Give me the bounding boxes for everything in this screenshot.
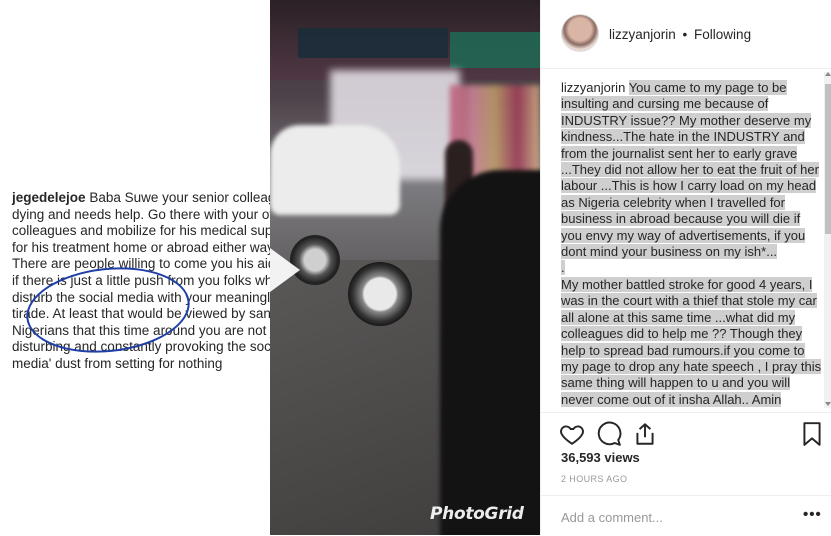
embedded-comment-username: jegedelejoe: [12, 190, 86, 205]
header-username[interactable]: lizzyanjorin: [609, 27, 676, 42]
video-scene-car: [270, 125, 400, 215]
caption-username[interactable]: lizzyanjorin: [561, 80, 625, 95]
avatar[interactable]: [561, 14, 599, 52]
post-sidebar: lizzyanjorin • Following lizzyanjorin Yo…: [540, 0, 831, 535]
caption-line: .: [561, 260, 565, 276]
post-caption: lizzyanjorin You came to my page to be i…: [561, 80, 823, 412]
caption-paragraph: You came to my page to be insulting and …: [561, 80, 819, 260]
embedded-comment-screenshot: jegedelejoe Baba Suwe your senior collea…: [0, 0, 270, 535]
video-scene-wheel: [348, 262, 412, 326]
play-icon[interactable]: [270, 248, 300, 292]
post-timestamp[interactable]: 2 HOURS AGO: [561, 474, 627, 484]
photogrid-watermark: PhotoGrid: [430, 504, 524, 524]
bookmark-icon[interactable]: [799, 421, 825, 447]
post-actions: [541, 412, 831, 453]
embedded-comment: jegedelejoe Baba Suwe your senior collea…: [12, 190, 270, 373]
caption-paragraph: My mother battled stroke for good 4 year…: [561, 276, 822, 407]
video-scene-sign: [450, 32, 540, 68]
caption-scrollbar[interactable]: [824, 72, 831, 408]
follow-status-button[interactable]: Following: [694, 27, 751, 42]
comment-icon[interactable]: [596, 421, 622, 447]
video-scene-figure: [440, 170, 540, 535]
heart-icon[interactable]: [559, 421, 585, 447]
view-count[interactable]: 36,593 views: [561, 450, 640, 465]
scroll-down-icon[interactable]: [825, 402, 831, 406]
scrollbar-thumb[interactable]: [825, 84, 831, 234]
comment-bar: Add a comment... •••: [541, 495, 831, 536]
share-icon[interactable]: [632, 421, 658, 447]
header-separator: •: [682, 27, 688, 42]
header-user: lizzyanjorin • Following: [609, 27, 751, 42]
post-header: lizzyanjorin • Following: [541, 0, 831, 69]
embedded-comment-text: Baba Suwe your senior colleague is dying…: [12, 190, 270, 371]
comment-input[interactable]: Add a comment...: [561, 510, 663, 525]
scroll-up-icon[interactable]: [825, 72, 831, 76]
video-scene-sign: [298, 28, 448, 58]
more-options-icon[interactable]: •••: [803, 506, 822, 523]
post-video[interactable]: PhotoGrid: [270, 0, 540, 535]
